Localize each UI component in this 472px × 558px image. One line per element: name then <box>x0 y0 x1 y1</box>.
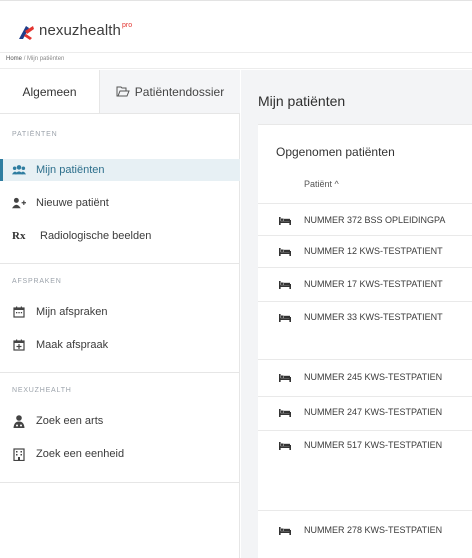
patient-name: NUMMER 517 KWS-TESTPATIEN <box>304 440 443 450</box>
sidebar-item-label: Mijn patiënten <box>36 164 105 176</box>
column-header-patient[interactable]: Patiënt ^ <box>304 179 339 189</box>
breadcrumb: Home / Mijn patiënten <box>6 56 64 62</box>
table-row[interactable]: NUMMER 33 KWS-TESTPATIENT <box>258 301 472 359</box>
table-row[interactable]: NUMMER 12 KWS-TESTPATIENT <box>258 235 472 267</box>
calendar-icon <box>12 305 26 319</box>
bed-icon <box>279 248 291 256</box>
section-title: AFSPRAKEN <box>12 278 62 285</box>
brand-logo[interactable]: nexuzhealth pro <box>16 22 132 42</box>
tab-label: Algemeen <box>22 84 77 99</box>
table-row[interactable]: NUMMER 245 KWS-TESTPATIEN <box>258 359 472 396</box>
top-bar: nexuzhealth pro <box>0 0 472 53</box>
patients-card: Opgenomen patiënten Patiënt ^ NUMMER 372… <box>258 124 472 558</box>
patient-name: NUMMER 17 KWS-TESTPATIENT <box>304 279 443 289</box>
table-row[interactable]: NUMMER 372 BSS OPLEIDINGPA <box>258 203 472 235</box>
bed-icon <box>279 527 291 535</box>
sidebar-item-zoek-een-eenheid[interactable]: Zoek een eenheid <box>0 443 240 465</box>
page-title: Mijn patiënten <box>258 93 346 109</box>
patient-name: NUMMER 372 BSS OPLEIDINGPA <box>304 215 446 225</box>
folder-open-icon <box>116 86 130 97</box>
rx-icon: Rx <box>12 230 26 242</box>
tab-patientendossier[interactable]: Patiëntendossier <box>100 70 240 114</box>
bed-icon <box>279 442 291 450</box>
patient-name: NUMMER 278 KWS-TESTPATIEN <box>304 525 443 535</box>
card-title: Opgenomen patiënten <box>276 145 395 159</box>
tab-algemeen[interactable]: Algemeen <box>0 70 100 114</box>
table-row[interactable]: NUMMER 247 KWS-TESTPATIEN <box>258 396 472 430</box>
tab-label: Patiëntendossier <box>134 84 225 99</box>
sidebar-item-label: Radiologische beelden <box>40 230 152 242</box>
section-title: PATIËNTEN <box>12 131 58 138</box>
sidebar-item-mijn-afspraken[interactable]: Mijn afspraken <box>0 301 240 323</box>
patient-name: NUMMER 12 KWS-TESTPATIENT <box>304 246 443 256</box>
bed-icon <box>279 409 291 417</box>
building-icon <box>12 447 26 461</box>
patient-name: NUMMER 245 KWS-TESTPATIEN <box>304 372 443 382</box>
bed-icon <box>279 217 291 225</box>
bed-icon <box>279 281 291 289</box>
section-nexuzhealth: NEXUZHEALTH Zoek een arts Zoek een eenhe… <box>0 373 240 483</box>
sidebar-item-mijn-patienten[interactable]: Mijn patiënten <box>0 159 240 181</box>
brand-sup: pro <box>122 22 133 29</box>
brand-name: nexuzhealth <box>39 22 121 39</box>
sidebar-item-label: Nieuwe patiënt <box>36 197 109 209</box>
sidebar-item-label: Mijn afspraken <box>36 306 108 318</box>
bed-icon <box>279 374 291 382</box>
sidebar-item-label: Maak afspraak <box>36 339 109 351</box>
table-row[interactable]: NUMMER 517 KWS-TESTPATIEN <box>258 430 472 510</box>
bed-icon <box>279 314 291 322</box>
patient-name: NUMMER 33 KWS-TESTPATIENT <box>304 312 443 322</box>
main-content: Mijn patiënten Opgenomen patiënten Patië… <box>241 70 472 558</box>
nexuzhealth-logo-icon <box>19 26 34 40</box>
section-afspraken: AFSPRAKEN Mijn afspraken Maak afspraak <box>0 264 240 373</box>
breadcrumb-current: Mijn patiënten <box>27 56 65 62</box>
doctor-icon <box>12 414 26 428</box>
sidebar-item-label: Zoek een arts <box>36 415 104 427</box>
breadcrumb-bar: Home / Mijn patiënten <box>0 53 472 69</box>
sidebar-item-zoek-een-arts[interactable]: Zoek een arts <box>0 410 240 432</box>
sidebar-item-radiologische-beelden[interactable]: Rx Radiologische beelden <box>0 225 240 247</box>
sidebar-tabs: Algemeen Patiëntendossier <box>0 70 240 114</box>
users-icon <box>12 163 26 177</box>
user-plus-icon <box>12 196 26 210</box>
calendar-plus-icon <box>12 338 26 352</box>
section-title: NEXUZHEALTH <box>12 387 72 394</box>
section-patienten: PATIËNTEN Mijn patiënten Nieuwe patiënt … <box>0 114 240 264</box>
breadcrumb-separator: / <box>23 56 26 62</box>
sidebar-item-maak-afspraak[interactable]: Maak afspraak <box>0 334 240 356</box>
table-row[interactable]: NUMMER 278 KWS-TESTPATIEN <box>258 510 472 550</box>
breadcrumb-home[interactable]: Home <box>6 56 22 62</box>
table-row[interactable]: NUMMER 17 KWS-TESTPATIENT <box>258 267 472 301</box>
patient-name: NUMMER 247 KWS-TESTPATIEN <box>304 407 443 417</box>
sidebar: Algemeen Patiëntendossier PATIËNTEN Mijn… <box>0 70 240 558</box>
sidebar-item-label: Zoek een eenheid <box>36 448 125 460</box>
sidebar-item-nieuwe-patient[interactable]: Nieuwe patiënt <box>0 192 240 214</box>
